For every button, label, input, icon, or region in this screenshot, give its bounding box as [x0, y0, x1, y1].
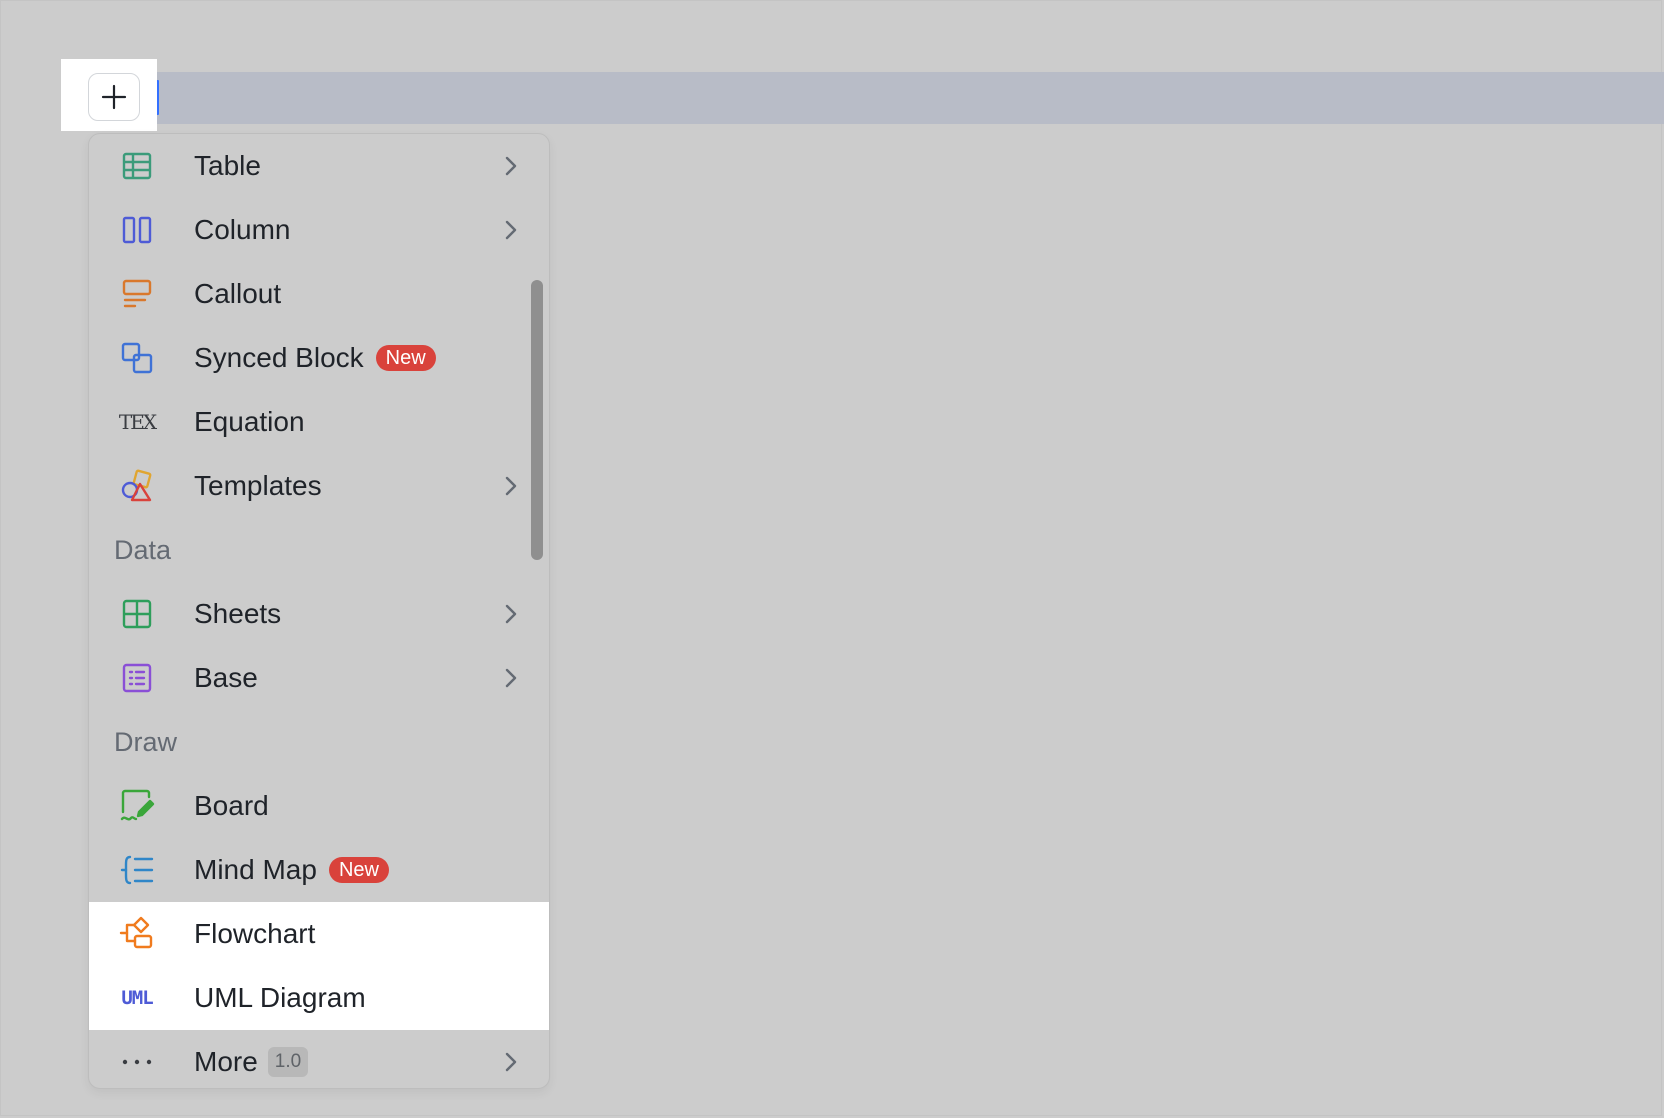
callout-icon	[119, 276, 155, 312]
menu-item-text: More	[194, 1046, 258, 1077]
menu-item-label: UML Diagram	[194, 982, 366, 1013]
column-icon	[119, 212, 155, 248]
templates-icon	[119, 468, 155, 504]
menu-item-equation[interactable]: TEX Equation	[89, 390, 549, 454]
menu-item-label: More 1.0	[194, 1030, 309, 1088]
new-badge: New	[375, 345, 436, 371]
flowchart-icon	[119, 916, 155, 952]
menu-item-label: Equation	[194, 406, 305, 437]
plus-icon	[101, 84, 127, 110]
menu-item-flowchart[interactable]: Flowchart	[89, 902, 549, 966]
menu-item-board[interactable]: Board	[89, 774, 549, 838]
uml-icon: UML	[119, 980, 155, 1016]
chevron-right-icon	[505, 604, 517, 624]
menu-scrollbar[interactable]	[531, 280, 543, 560]
chevron-right-icon	[505, 156, 517, 176]
section-title-draw: Draw	[114, 727, 178, 757]
menu-item-label: Mind Map New	[194, 838, 389, 902]
menu-item-text: Synced Block	[194, 342, 364, 373]
section-title-data: Data	[114, 535, 172, 565]
uml-icon-text: UML	[121, 987, 153, 1009]
table-icon	[119, 148, 155, 184]
more-icon	[119, 1044, 155, 1080]
chevron-right-icon	[505, 220, 517, 240]
chevron-right-icon	[505, 668, 517, 688]
add-block-button[interactable]	[88, 73, 140, 121]
current-line-highlight[interactable]	[157, 72, 1664, 124]
menu-item-more[interactable]: More 1.0	[89, 1030, 549, 1088]
menu-item-base[interactable]: Base	[89, 646, 549, 710]
menu-item-label: Table	[194, 150, 261, 181]
menu-item-label: Callout	[194, 278, 282, 309]
tex-icon: TEX	[118, 404, 157, 440]
menu-item-label: Synced Block New	[194, 326, 436, 390]
menu-item-templates[interactable]: Templates	[89, 454, 549, 518]
menu-item-label: Templates	[194, 470, 322, 501]
tex-icon-text: TEX	[118, 410, 157, 434]
board-icon	[119, 788, 155, 824]
menu-item-column[interactable]: Column	[89, 198, 549, 262]
synced-block-icon	[119, 340, 155, 376]
new-badge: New	[328, 857, 389, 883]
menu-item-text: Mind Map	[194, 854, 317, 885]
insert-block-menu: Table Column Callout Synced Block New TE…	[88, 133, 550, 1089]
menu-item-table[interactable]: Table	[89, 134, 549, 198]
menu-item-label: Sheets	[194, 598, 282, 629]
menu-item-uml-diagram[interactable]: UML UML Diagram	[89, 966, 549, 1030]
menu-item-label: Board	[194, 790, 269, 821]
menu-item-callout[interactable]: Callout	[89, 262, 549, 326]
menu-item-label: Base	[194, 662, 258, 693]
version-badge: 1.0	[267, 1047, 309, 1077]
sheets-icon	[119, 596, 155, 632]
menu-item-mind-map[interactable]: Mind Map New	[89, 838, 549, 902]
menu-item-label: Column	[194, 214, 291, 245]
mind-map-icon	[119, 852, 155, 888]
menu-item-sheets[interactable]: Sheets	[89, 582, 549, 646]
base-icon	[119, 660, 155, 696]
chevron-right-icon	[505, 1052, 517, 1072]
menu-item-synced-block[interactable]: Synced Block New	[89, 326, 549, 390]
chevron-right-icon	[505, 476, 517, 496]
add-block-area	[61, 59, 157, 131]
menu-item-label: Flowchart	[194, 918, 316, 949]
